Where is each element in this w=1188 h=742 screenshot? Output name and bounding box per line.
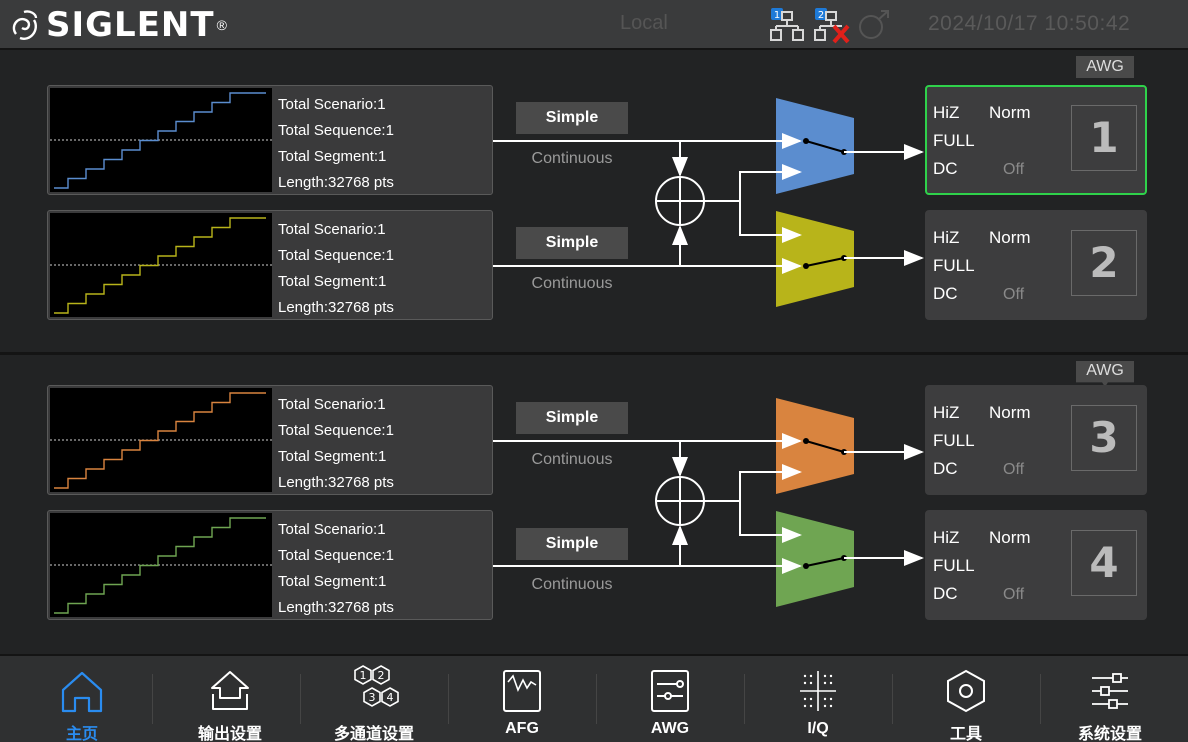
coupling: DC [933,284,958,303]
tools-icon [947,669,985,713]
load-impedance: HiZ [933,528,960,547]
home-icon [61,671,103,713]
channel-2-waveform-card[interactable]: Total Scenario:1 Total Sequence:1 Total … [47,210,493,320]
switch-contact [803,438,809,444]
total-scenario: Total Scenario:1 [278,396,386,413]
channel-3-mux [776,398,854,494]
channel-4-run-mode: Continuous [531,576,613,593]
channel-1-number-button[interactable]: 1 [1071,105,1137,171]
amplitude-range: FULL [933,256,975,275]
nav-label: AWG [650,720,690,737]
waveform-preview [50,513,272,617]
waveform-info: Total Scenario:1 Total Sequence:1 Total … [278,392,394,496]
channel-3-output-panel[interactable]: HiZ Norm FULL DC Off 3 [925,385,1147,495]
total-segment: Total Segment:1 [278,148,387,165]
nav-home[interactable]: 主页 [8,656,156,742]
channel-2-number-button[interactable]: 2 [1071,230,1137,296]
output-state: Off [1003,286,1025,303]
nav-tools[interactable]: 工具 [892,656,1040,742]
total-scenario: Total Scenario:1 [278,96,386,113]
coupling: DC [933,459,958,478]
nav-label: 主页 [65,726,98,742]
waveform-length: Length:32768 pts [278,174,394,191]
channel-4-number-button[interactable]: 4 [1071,530,1137,596]
channel-1-output-panel[interactable]: HiZ Norm FULL DC Off 1 [925,85,1147,195]
nav-iq[interactable]: I/Q [744,656,892,742]
load-impedance: HiZ [933,103,960,122]
channel-3-mode-button[interactable]: Simple [516,402,628,434]
nav-output-settings[interactable]: 输出设置 [156,656,304,742]
channel-1-mux [776,98,854,194]
iq-icon [800,671,836,711]
waveform-length: Length:32768 pts [278,299,394,316]
settings-icon [1092,673,1128,709]
total-segment: Total Segment:1 [278,273,387,290]
coupling: DC [933,159,958,178]
polarity: Norm [989,403,1031,422]
nav-label: 系统设置 [1077,726,1142,742]
amplitude-range: FULL [933,556,975,575]
waveform-info: Total Scenario:1 Total Sequence:1 Total … [278,217,394,321]
load-impedance: HiZ [933,228,960,247]
polarity: Norm [989,228,1031,247]
nav-multichannel-settings[interactable]: 1234 多通道设置 [300,656,448,742]
waveform-info: Total Scenario:1 Total Sequence:1 Total … [278,92,394,196]
amplitude-range: FULL [933,431,975,450]
total-sequence: Total Sequence:1 [278,122,394,139]
multichannel-icon: 1 23 4 [354,665,399,707]
output-state: Off [1003,461,1025,478]
coupling: DC [933,584,958,603]
switch-contact [803,563,809,569]
nav-label: 工具 [949,726,982,742]
nav-label: 多通道设置 [333,726,414,742]
nav-label: I/Q [807,720,829,737]
svg-text:4: 4 [387,691,394,704]
nav-afg[interactable]: AFG [448,656,596,742]
afg-icon [503,670,541,712]
total-scenario: Total Scenario:1 [278,521,386,538]
awg-icon [651,670,689,712]
nav-label: AFG [505,720,539,737]
channel-2-mode-button[interactable]: Simple [516,227,628,259]
channel-2-run-mode: Continuous [531,275,613,292]
waveform-preview [50,388,272,492]
switch-contact [803,138,809,144]
bottom-navigation: 主页 输出设置 1234 多通道设置 AFG AWG I/Q 工具 系统设置 [0,654,1188,742]
channel-3-run-mode: Continuous [531,451,613,468]
channel-3-number-button[interactable]: 3 [1071,405,1137,471]
nav-awg[interactable]: AWG [596,656,744,742]
total-sequence: Total Sequence:1 [278,547,394,564]
switch-contact [803,263,809,269]
waveform-preview [50,88,272,192]
svg-text:3: 3 [369,691,376,704]
polarity: Norm [989,103,1031,122]
total-sequence: Total Sequence:1 [278,422,394,439]
svg-text:1: 1 [360,669,367,682]
channel-2-output-panel[interactable]: HiZ Norm FULL DC Off 2 [925,210,1147,320]
waveform-preview [50,213,272,317]
waveform-length: Length:32768 pts [278,474,394,491]
channel-4-mode-button[interactable]: Simple [516,528,628,560]
waveform-info: Total Scenario:1 Total Sequence:1 Total … [278,517,394,621]
channel-3-waveform-card[interactable]: Total Scenario:1 Total Sequence:1 Total … [47,385,493,495]
channel-1-waveform-card[interactable]: Total Scenario:1 Total Sequence:1 Total … [47,85,493,195]
total-segment: Total Segment:1 [278,448,387,465]
amplitude-range: FULL [933,131,975,150]
polarity: Norm [989,528,1031,547]
waveform-length: Length:32768 pts [278,599,394,616]
output-state: Off [1003,586,1025,603]
nav-system-settings[interactable]: 系统设置 [1036,656,1184,742]
load-impedance: HiZ [933,403,960,422]
nav-label: 输出设置 [197,726,262,742]
channel-1-run-mode: Continuous [531,150,613,167]
total-sequence: Total Sequence:1 [278,247,394,264]
output-state: Off [1003,161,1025,178]
total-scenario: Total Scenario:1 [278,221,386,238]
svg-text:2: 2 [378,669,385,682]
channel-4-output-panel[interactable]: HiZ Norm FULL DC Off 4 [925,510,1147,620]
channel-4-waveform-card[interactable]: Total Scenario:1 Total Sequence:1 Total … [47,510,493,620]
output-icon [211,671,249,710]
total-segment: Total Segment:1 [278,573,387,590]
channel-1-mode-button[interactable]: Simple [516,102,628,134]
